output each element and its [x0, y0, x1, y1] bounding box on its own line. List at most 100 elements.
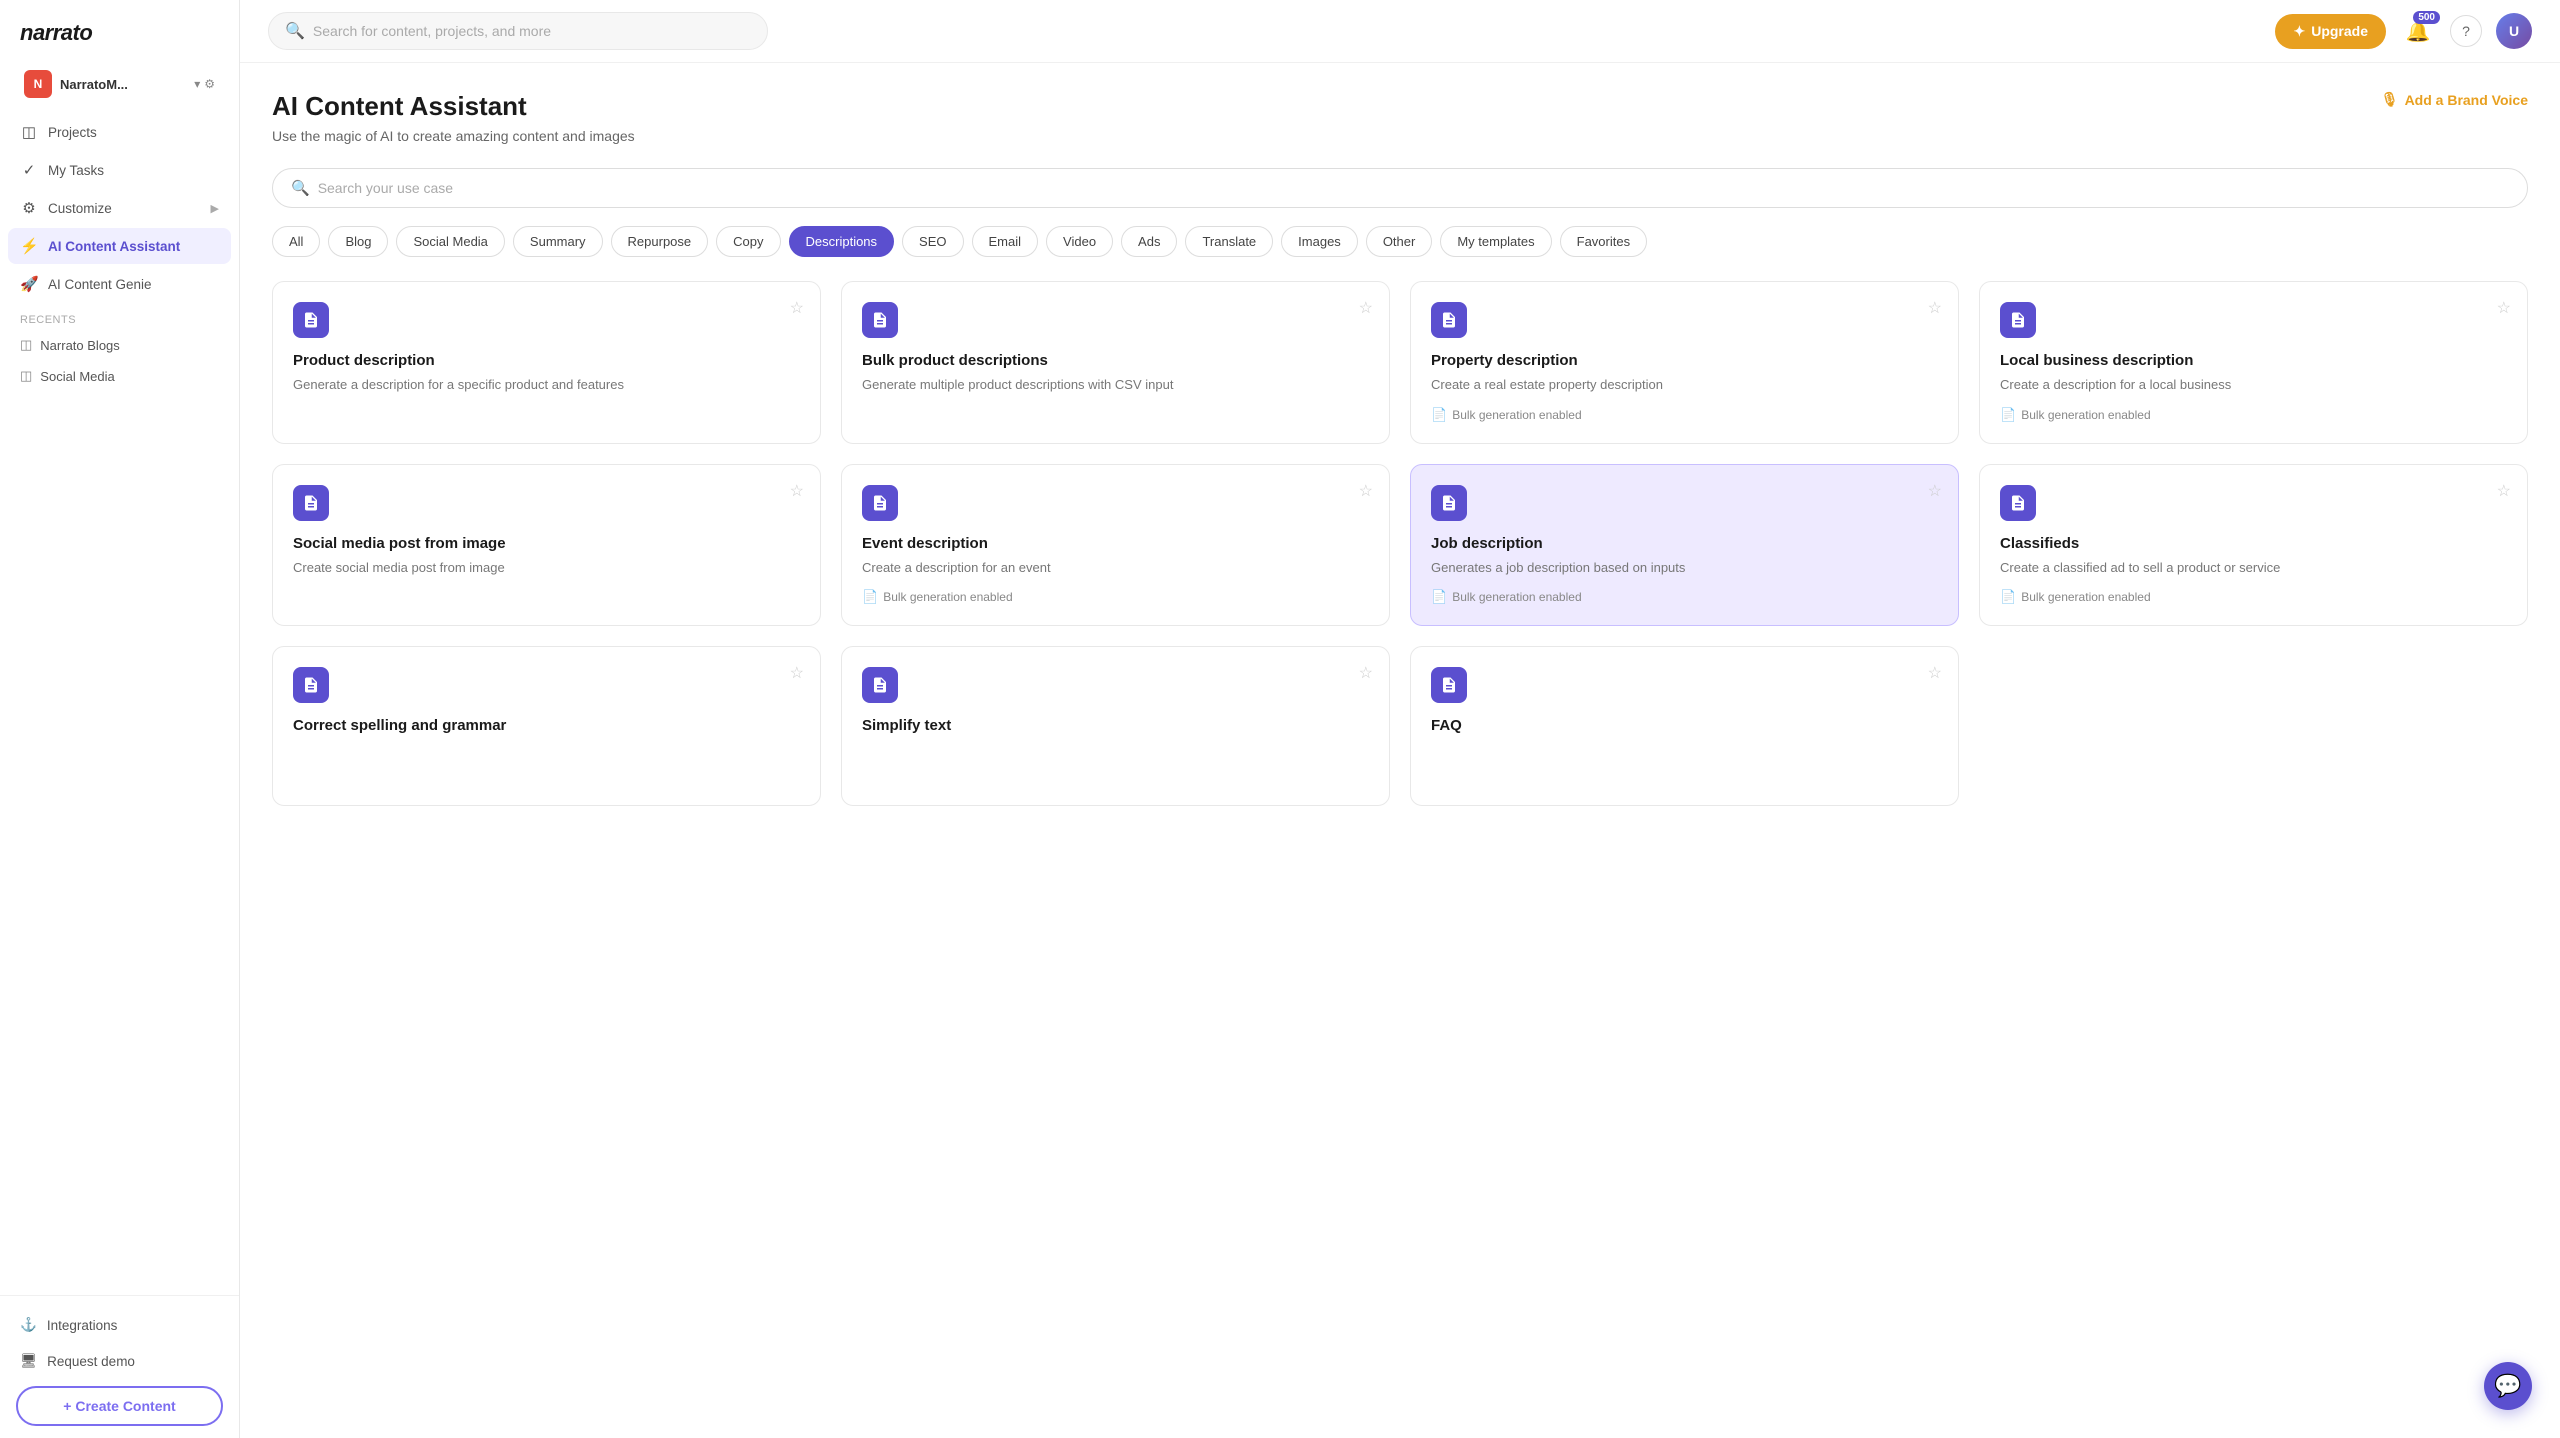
- filter-social-media[interactable]: Social Media: [396, 226, 504, 257]
- card-favorite-star[interactable]: ☆: [1359, 663, 1373, 683]
- filter-repurpose[interactable]: Repurpose: [611, 226, 709, 257]
- card-product-description[interactable]: ☆ Product description Generate a descrip…: [272, 281, 821, 444]
- filter-images[interactable]: Images: [1281, 226, 1358, 257]
- card-title: Social media post from image: [293, 535, 800, 552]
- card-favorite-star[interactable]: ☆: [790, 481, 804, 501]
- card-social-media-post-from-image[interactable]: ☆ Social media post from image Create so…: [272, 464, 821, 627]
- customize-icon: ⚙: [20, 199, 38, 217]
- usecase-search-input[interactable]: [318, 180, 2509, 196]
- upgrade-label: Upgrade: [2311, 23, 2368, 39]
- card-title: Event description: [862, 535, 1369, 552]
- card-favorite-star[interactable]: ☆: [790, 663, 804, 683]
- sidebar-item-label: Customize: [48, 201, 112, 216]
- upgrade-button[interactable]: ✦ Upgrade: [2275, 14, 2386, 49]
- filter-email[interactable]: Email: [972, 226, 1039, 257]
- bulk-icon: 📄: [1431, 589, 1447, 605]
- recent-item-social-media[interactable]: ◫ Social Media: [8, 361, 231, 391]
- filter-copy[interactable]: Copy: [716, 226, 780, 257]
- card-favorite-star[interactable]: ☆: [1359, 481, 1373, 501]
- chat-icon: 💬: [2494, 1373, 2521, 1399]
- sidebar-item-projects[interactable]: ◫ Projects: [8, 114, 231, 150]
- tasks-icon: ✓: [20, 161, 38, 179]
- anchor-icon: ⚓: [20, 1317, 37, 1333]
- chevron-down-icon[interactable]: ▾: [194, 77, 200, 91]
- filter-other[interactable]: Other: [1366, 226, 1433, 257]
- notifications-button[interactable]: 🔔 500: [2400, 13, 2436, 49]
- create-content-button[interactable]: + Create Content: [16, 1386, 223, 1426]
- card-favorite-star[interactable]: ☆: [1928, 663, 1942, 683]
- card-bulk-product-descriptions[interactable]: ☆ Bulk product descriptions Generate mul…: [841, 281, 1390, 444]
- search-icon: 🔍: [285, 21, 305, 41]
- card-classifieds[interactable]: ☆ Classifieds Create a classified ad to …: [1979, 464, 2528, 627]
- add-brand-voice-button[interactable]: 🎙 Add a Brand Voice: [2381, 91, 2528, 108]
- upgrade-star-icon: ✦: [2293, 23, 2305, 40]
- sidebar-bottom: ⚓ Integrations 🖥 Request demo + Create C…: [0, 1295, 239, 1438]
- filter-tags: All Blog Social Media Summary Repurpose …: [272, 226, 2528, 257]
- card-title: Property description: [1431, 352, 1938, 369]
- card-title: Correct spelling and grammar: [293, 717, 800, 734]
- sidebar-item-integrations[interactable]: ⚓ Integrations: [8, 1308, 231, 1342]
- filter-seo[interactable]: SEO: [902, 226, 963, 257]
- filter-video[interactable]: Video: [1046, 226, 1113, 257]
- filter-all[interactable]: All: [272, 226, 320, 257]
- user-avatar[interactable]: U: [2496, 13, 2532, 49]
- card-icon: [862, 485, 898, 521]
- filter-ads[interactable]: Ads: [1121, 226, 1177, 257]
- recent-item-narrato-blogs[interactable]: ◫ Narrato Blogs: [8, 330, 231, 360]
- filter-blog[interactable]: Blog: [328, 226, 388, 257]
- card-local-business-description[interactable]: ☆ Local business description Create a de…: [1979, 281, 2528, 444]
- rocket-icon: 🚀: [20, 275, 38, 293]
- filter-favorites[interactable]: Favorites: [1560, 226, 1647, 257]
- filter-descriptions[interactable]: Descriptions: [789, 226, 895, 257]
- sidebar-item-label: AI Content Assistant: [48, 239, 180, 254]
- filter-summary[interactable]: Summary: [513, 226, 603, 257]
- doc-icon: ◫: [20, 337, 32, 353]
- card-desc: Generate multiple product descriptions w…: [862, 375, 1369, 395]
- card-icon: [293, 485, 329, 521]
- filter-translate[interactable]: Translate: [1185, 226, 1273, 257]
- card-desc: Create a description for a local busines…: [2000, 375, 2507, 395]
- sidebar-item-my-tasks[interactable]: ✓ My Tasks: [8, 152, 231, 188]
- sidebar-item-label: AI Content Genie: [48, 277, 152, 292]
- card-icon: [2000, 485, 2036, 521]
- settings-icon[interactable]: ⚙: [204, 77, 215, 91]
- card-favorite-star[interactable]: ☆: [1359, 298, 1373, 318]
- card-event-description[interactable]: ☆ Event description Create a description…: [841, 464, 1390, 627]
- main-area: 🔍 ✦ Upgrade 🔔 500 ? U AI Content Assista…: [240, 0, 2560, 1438]
- cards-grid: ☆ Product description Generate a descrip…: [272, 281, 2528, 806]
- usecase-search-bar[interactable]: 🔍: [272, 168, 2528, 208]
- card-favorite-star[interactable]: ☆: [2497, 298, 2511, 318]
- request-demo-label: Request demo: [47, 1354, 135, 1369]
- card-title: Local business description: [2000, 352, 2507, 369]
- sidebar-item-request-demo[interactable]: 🖥 Request demo: [8, 1344, 231, 1378]
- card-job-description[interactable]: ☆ Job description Generates a job descri…: [1410, 464, 1959, 627]
- card-correct-spelling-grammar[interactable]: ☆ Correct spelling and grammar: [272, 646, 821, 806]
- sidebar-item-customize[interactable]: ⚙ Customize ▶: [8, 190, 231, 226]
- help-button[interactable]: ?: [2450, 15, 2482, 47]
- card-faq[interactable]: ☆ FAQ: [1410, 646, 1959, 806]
- workspace-controls: ▾ ⚙: [194, 77, 215, 91]
- card-desc: Create a real estate property descriptio…: [1431, 375, 1938, 395]
- mic-icon: 🎙: [2381, 91, 2399, 108]
- global-search-bar[interactable]: 🔍: [268, 12, 768, 50]
- sidebar-item-ai-content-assistant[interactable]: ⚡ AI Content Assistant: [8, 228, 231, 264]
- card-property-description[interactable]: ☆ Property description Create a real est…: [1410, 281, 1959, 444]
- card-bulk-badge: 📄Bulk generation enabled: [1431, 407, 1938, 423]
- card-favorite-star[interactable]: ☆: [1928, 298, 1942, 318]
- card-icon: [862, 667, 898, 703]
- card-icon: [293, 667, 329, 703]
- card-favorite-star[interactable]: ☆: [1928, 481, 1942, 501]
- card-bulk-badge: 📄Bulk generation enabled: [2000, 407, 2507, 423]
- card-title: Simplify text: [862, 717, 1369, 734]
- global-search-input[interactable]: [313, 23, 751, 39]
- card-simplify-text[interactable]: ☆ Simplify text: [841, 646, 1390, 806]
- main-nav: ◫ Projects ✓ My Tasks ⚙ Customize ▶ ⚡ AI…: [0, 110, 239, 1295]
- chat-button[interactable]: 💬: [2484, 1362, 2532, 1410]
- card-title: Product description: [293, 352, 800, 369]
- sidebar-item-ai-content-genie[interactable]: 🚀 AI Content Genie: [8, 266, 231, 302]
- workspace-selector[interactable]: N NarratoM... ▾ ⚙: [8, 62, 231, 106]
- filter-my-templates[interactable]: My templates: [1440, 226, 1551, 257]
- card-favorite-star[interactable]: ☆: [2497, 481, 2511, 501]
- card-favorite-star[interactable]: ☆: [790, 298, 804, 318]
- notification-badge: 500: [2413, 11, 2440, 24]
